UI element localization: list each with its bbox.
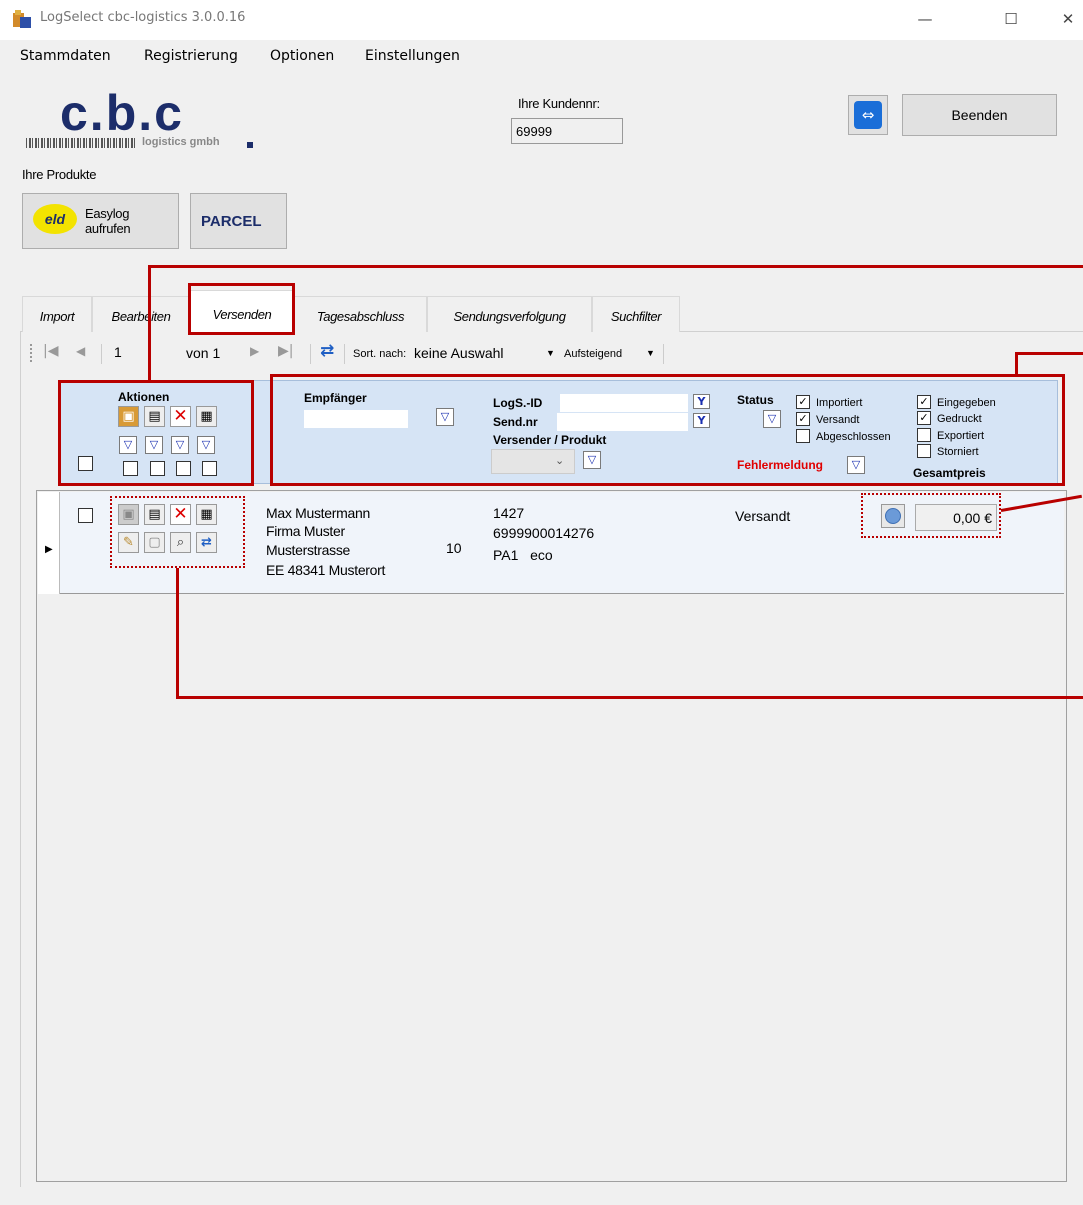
company-logo: c.b.c logistics gmbh [20,85,260,158]
page-input[interactable]: 1 [111,342,179,365]
status-value: Versandt [735,508,791,524]
logo-square [247,142,253,148]
nav-separator [344,344,345,364]
teamviewer-button[interactable]: ⇔ [848,95,888,135]
easylog-label: Easylog aufrufen [85,206,131,236]
order-dropdown-icon[interactable]: ▼ [646,348,655,358]
row-header-cell[interactable]: ▶ [38,492,60,594]
recipient-city: EE 48341 Musterort [266,562,386,578]
menu-optionen[interactable]: Optionen [270,48,334,64]
tab-import[interactable]: Import [22,296,92,332]
recipient-company: Firma Muster [266,523,345,539]
exit-button[interactable]: Beenden [902,94,1057,136]
logo-barcode [26,138,136,148]
customer-number-field: 69999 [511,118,623,144]
logo-sub-text: logistics gmbh [142,136,220,148]
previous-page-icon[interactable]: ◀ [76,344,85,358]
send-nr-value: 6999900014276 [493,525,595,541]
annotation-line [176,696,1083,699]
logo-main-text: c.b.c [60,85,184,141]
refresh-icon[interactable]: ⇄ [320,341,334,361]
close-button[interactable]: ✕ [1053,8,1083,30]
recipient-name: Max Mustermann [266,505,370,521]
count-value: 10 [446,540,462,556]
order-select[interactable]: Aufsteigend [564,348,622,360]
annotation-line [1015,352,1083,355]
customer-label: Ihre Kundennr: [518,96,600,111]
teamviewer-icon: ⇔ [854,101,882,129]
annotation-filter-box [270,374,1065,486]
parcel-label: PARCEL [201,213,262,230]
next-page-icon[interactable]: ▶ [250,344,259,358]
logs-id-value: 1427 [493,505,525,521]
product-value: PA1 eco [493,547,553,563]
parcel-button[interactable]: PARCEL [190,193,287,249]
annotation-line [1015,352,1018,376]
sort-select[interactable]: keine Auswahl [414,345,504,361]
annotation-row-actions [110,496,245,568]
menu-registrierung[interactable]: Registrierung [144,48,238,64]
menu-einstellungen[interactable]: Einstellungen [365,48,460,64]
window-title: LogSelect cbc-logistics 3.0.0.16 [40,10,246,25]
tab-suchfilter[interactable]: Suchfilter [592,296,680,332]
tab-tagesabschluss[interactable]: Tagesabschluss [294,296,427,332]
annotation-line [148,265,1083,268]
easylog-icon: eld [33,204,77,234]
annotation-price [861,493,1001,538]
annotation-line [176,568,179,698]
nav-separator [663,344,664,364]
app-icon [12,9,32,29]
annotation-versenden-tab [188,283,295,335]
products-label: Ihre Produkte [22,167,97,182]
tab-bearbeiten[interactable]: Bearbeiten [92,296,190,332]
maximize-button[interactable]: ☐ [996,8,1026,30]
tab-sendungsverfolgung[interactable]: Sendungsverfolgung [427,296,592,332]
page-count: von 1 [186,345,221,361]
sort-dropdown-icon[interactable]: ▼ [546,348,555,358]
row-checkbox[interactable] [78,508,93,523]
nav-toolbar: |◀ ◀ 1 von 1 ▶ ▶| ⇄ Sort. nach: keine Au… [28,340,668,368]
annotation-actions-box [58,380,254,486]
first-page-icon[interactable]: |◀ [43,343,58,359]
grip-icon [30,344,33,362]
row-selector-icon: ▶ [45,544,53,555]
last-page-icon[interactable]: ▶| [278,343,293,359]
nav-separator [101,344,102,364]
menu-stammdaten[interactable]: Stammdaten [20,48,111,64]
recipient-street: Musterstrasse [266,542,351,558]
annotation-line [148,265,151,382]
minimize-button[interactable]: — [910,8,940,30]
easylog-button[interactable]: eld Easylog aufrufen [22,193,179,249]
nav-separator [310,344,311,364]
sort-label: Sort. nach: [353,348,407,360]
